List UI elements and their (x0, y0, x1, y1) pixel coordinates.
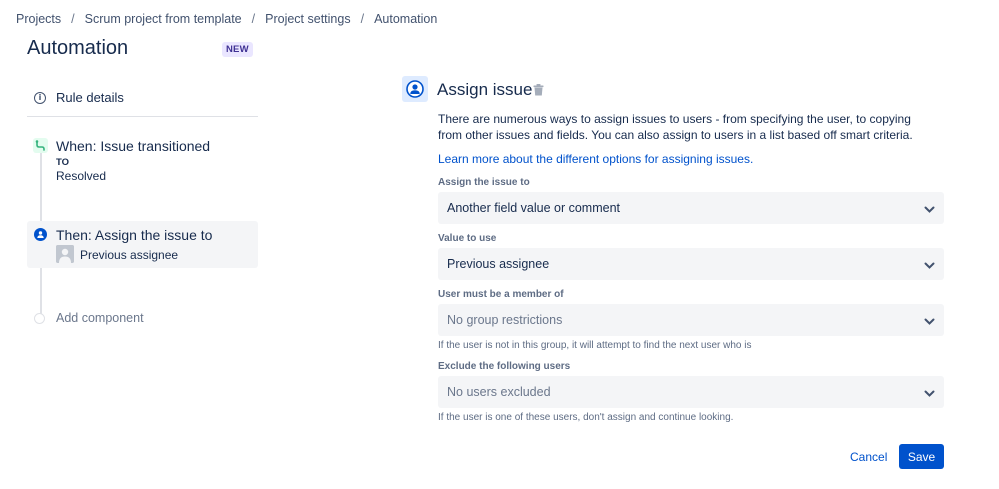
value-to-use-select[interactable]: Previous assignee (438, 248, 944, 280)
exclude-placeholder: No users excluded (447, 385, 551, 399)
chevron-down-icon (924, 387, 935, 401)
action-component[interactable]: Then: Assign the issue to Previous assig… (27, 221, 258, 268)
trigger-to-label: TO (56, 157, 70, 168)
breadcrumb-projects[interactable]: Projects (16, 12, 61, 26)
assign-to-value: Another field value or comment (447, 201, 621, 215)
cancel-button[interactable]: Cancel (843, 444, 894, 469)
value-to-use-label: Value to use (438, 233, 497, 244)
breadcrumb-project-settings[interactable]: Project settings (265, 12, 350, 26)
add-component-button[interactable]: Add component (34, 311, 144, 325)
save-button[interactable]: Save (899, 444, 944, 469)
breadcrumb-separator: / (360, 12, 365, 26)
info-icon: i (34, 91, 46, 104)
panel-description: There are numerous ways to assign issues… (438, 112, 913, 142)
breadcrumb-automation[interactable]: Automation (374, 12, 437, 26)
add-component-label: Add component (56, 311, 144, 325)
exclude-help: If the user is one of these users, don't… (438, 412, 734, 423)
value-to-use-value: Previous assignee (447, 257, 550, 271)
page-title: Automation (27, 37, 129, 59)
new-badge: NEW (222, 42, 253, 57)
trigger-status: Resolved (56, 169, 107, 183)
action-title: Then: Assign the issue to (56, 227, 213, 243)
transition-icon (33, 138, 48, 153)
assign-to-select[interactable]: Another field value or comment (438, 192, 944, 224)
exclude-label: Exclude the following users (438, 361, 571, 372)
assignee-icon (402, 76, 428, 102)
trash-icon[interactable] (533, 83, 544, 101)
circle-icon (34, 312, 45, 324)
rule-details-label: Rule details (56, 90, 124, 105)
assignee-icon (34, 228, 47, 241)
member-of-label: User must be a member of (438, 289, 564, 300)
chevron-down-icon (924, 259, 935, 273)
breadcrumb: Projects / Scrum project from template /… (16, 12, 437, 26)
assign-to-label: Assign the issue to (438, 177, 530, 188)
trigger-title: When: Issue transitioned (56, 138, 211, 154)
member-of-placeholder: No group restrictions (447, 313, 563, 327)
rule-details-item[interactable]: i Rule details (34, 90, 124, 105)
breadcrumb-project[interactable]: Scrum project from template (85, 12, 242, 26)
avatar (56, 245, 74, 263)
action-value: Previous assignee (80, 248, 179, 262)
divider (27, 116, 258, 117)
learn-more-link[interactable]: Learn more about the different options f… (438, 152, 753, 166)
panel-title: Assign issue (437, 80, 533, 99)
breadcrumb-separator: / (251, 12, 256, 26)
breadcrumb-separator: / (71, 12, 75, 26)
member-of-help: If the user is not in this group, it wil… (438, 340, 752, 351)
chevron-down-icon (924, 203, 935, 217)
exclude-select[interactable]: No users excluded (438, 376, 944, 408)
chevron-down-icon (924, 315, 935, 329)
trigger-component[interactable]: When: Issue transitioned TO Resolved (27, 133, 258, 193)
member-of-select[interactable]: No group restrictions (438, 304, 944, 336)
